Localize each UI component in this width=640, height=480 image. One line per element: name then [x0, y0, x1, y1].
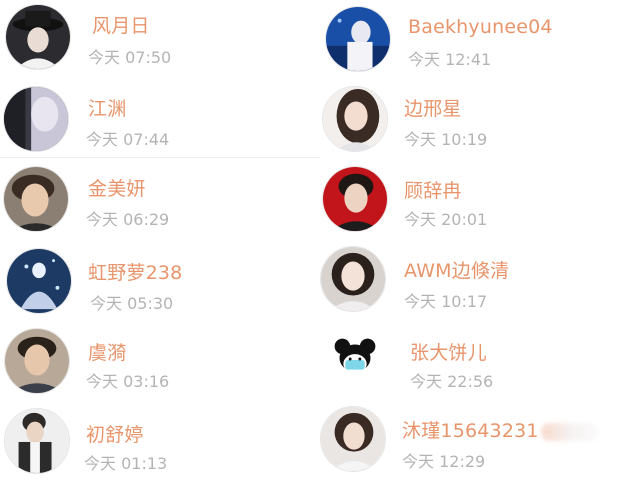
last-seen-time: 今天 07:44	[86, 130, 170, 149]
last-seen-time: 今天 01:13	[84, 454, 168, 473]
last-seen-time: 今天 10:17	[404, 292, 488, 311]
contact-column-left: 风月日 今天 07:50 江渊 今天 07:44 金美妍 今天 06:29 虹野…	[0, 0, 320, 480]
last-seen-time: 今天 03:16	[86, 372, 170, 391]
avatar[interactable]	[325, 6, 391, 72]
contact-name: 沐瑾15643231	[402, 416, 599, 443]
contact-item[interactable]: 张大饼儿 今天 22:56	[320, 320, 640, 400]
last-seen-time: 今天 06:29	[86, 210, 170, 229]
contact-name: 顾辞冉	[404, 180, 462, 202]
avatar[interactable]	[3, 86, 69, 152]
last-seen-time: 今天 05:30	[90, 294, 174, 313]
last-seen-time: 今天 20:01	[404, 210, 488, 229]
contact-name: 初舒婷	[86, 424, 144, 446]
contact-item[interactable]: AWM边倏清 今天 10:17	[320, 240, 640, 320]
last-seen-time: 今天 22:56	[410, 372, 494, 391]
contact-name: AWM边倏清	[404, 260, 510, 282]
avatar[interactable]	[322, 166, 388, 232]
last-seen-time: 今天 12:41	[408, 50, 492, 69]
contact-name: 风月日	[92, 15, 150, 37]
blurred-text-region	[540, 422, 599, 441]
contact-item[interactable]: 金美妍 今天 06:29	[0, 160, 320, 240]
contact-name: 张大饼儿	[410, 342, 487, 364]
contact-name: 虹野萝238	[88, 262, 183, 284]
avatar[interactable]	[6, 248, 72, 314]
contact-item[interactable]: 沐瑾15643231 今天 12:29	[320, 400, 640, 480]
contact-item[interactable]: Baekhyunee04 今天 12:41	[320, 0, 640, 80]
contact-item[interactable]: 顾辞冉 今天 20:01	[320, 160, 640, 240]
last-seen-time: 今天 10:19	[404, 130, 488, 149]
contact-name: 金美妍	[88, 178, 146, 200]
contact-name: 江渊	[88, 98, 127, 120]
avatar[interactable]	[320, 246, 386, 312]
contact-column-right: Baekhyunee04 今天 12:41 边邢星 今天 10:19 顾辞冉 今…	[320, 0, 640, 480]
contact-name: Baekhyunee04	[408, 16, 553, 38]
avatar[interactable]	[322, 326, 388, 392]
last-seen-time: 今天 12:29	[402, 452, 486, 471]
avatar[interactable]	[320, 406, 386, 472]
contact-list: 风月日 今天 07:50 江渊 今天 07:44 金美妍 今天 06:29 虹野…	[0, 0, 640, 480]
avatar[interactable]	[5, 4, 71, 70]
contact-item[interactable]: 风月日 今天 07:50	[0, 0, 320, 80]
avatar[interactable]	[4, 408, 70, 474]
last-seen-time: 今天 07:50	[88, 48, 172, 67]
avatar[interactable]	[3, 166, 69, 232]
contact-name-text: 沐瑾15643231	[402, 420, 539, 442]
contact-name: 边邢星	[404, 98, 462, 120]
contact-item[interactable]: 虞漪 今天 03:16	[0, 320, 320, 400]
avatar[interactable]	[4, 328, 70, 394]
contact-item[interactable]: 初舒婷 今天 01:13	[0, 400, 320, 480]
contact-item[interactable]: 虹野萝238 今天 05:30	[0, 240, 320, 320]
contact-item[interactable]: 边邢星 今天 10:19	[320, 80, 640, 160]
contact-name: 虞漪	[88, 342, 127, 364]
avatar[interactable]	[322, 86, 388, 152]
contact-item[interactable]: 江渊 今天 07:44	[0, 80, 320, 160]
